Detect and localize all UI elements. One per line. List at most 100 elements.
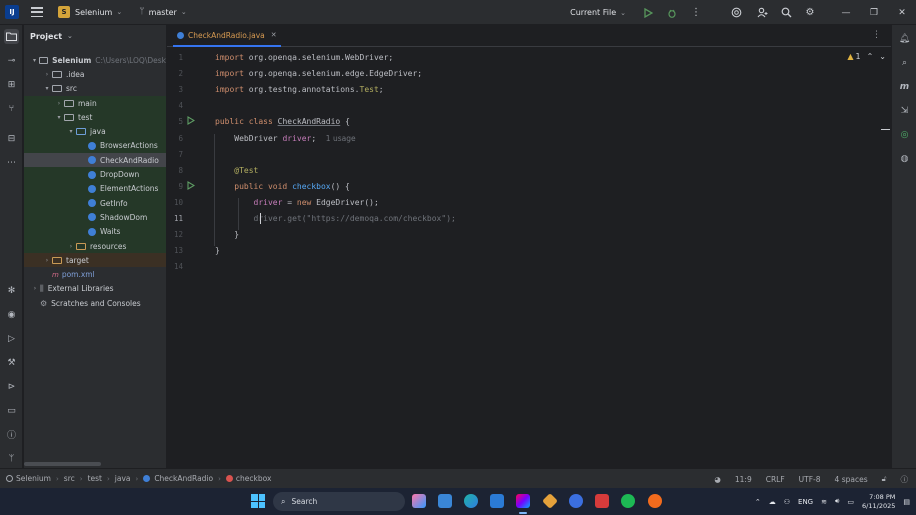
zoom-app-icon[interactable]	[569, 494, 583, 508]
tree-item-resources[interactable]: › resources	[24, 238, 166, 254]
network-icon[interactable]: ⚇	[784, 498, 790, 506]
battery-icon[interactable]: ▭	[847, 498, 854, 506]
plugins-tool-icon[interactable]: ⊞	[4, 77, 19, 92]
search-icon[interactable]	[774, 0, 798, 25]
chevron-down-icon[interactable]: ▾	[42, 85, 52, 92]
anydesk-app-icon[interactable]	[595, 494, 609, 508]
tree-item-dropdown[interactable]: DropDown	[24, 167, 166, 182]
git-icon[interactable]: ᛘ	[4, 451, 19, 466]
chevron-down-icon[interactable]: ⌄	[879, 52, 886, 61]
tree-item-waits[interactable]: Waits	[24, 224, 166, 239]
chevron-right-icon[interactable]: ›	[42, 257, 52, 264]
chevron-right-icon[interactable]: ›	[30, 285, 40, 292]
run-tool-icon[interactable]: ▷	[4, 331, 19, 346]
problems-icon[interactable]: ⓘ	[4, 427, 19, 442]
run-configuration-selector[interactable]: Current File ⌄	[570, 8, 626, 17]
tree-item-browseractions[interactable]: BrowserActions	[24, 138, 166, 154]
more-tools-icon[interactable]: ⋯	[4, 155, 19, 170]
tree-item-selenium[interactable]: ▾ Selenium C:\Users\LOQ\Desk	[24, 53, 166, 67]
tree-item-shadowdom[interactable]: ShadowDom	[24, 210, 166, 225]
branch-selector[interactable]: ᛘ master ⌄	[139, 7, 187, 17]
postman-app-icon[interactable]	[648, 494, 662, 508]
maven-icon[interactable]: m	[897, 79, 912, 94]
ai-chat-icon[interactable]: ◍	[897, 151, 912, 166]
endpoints-icon[interactable]: ⇲	[897, 103, 912, 118]
spotify-app-icon[interactable]	[621, 494, 635, 508]
vscode-icon[interactable]	[490, 494, 504, 508]
breadcrumb-item[interactable]: Selenium	[6, 474, 51, 483]
keyboard-language[interactable]: ENG	[798, 498, 813, 506]
add-user-icon[interactable]	[750, 0, 774, 25]
tree-item-src[interactable]: ▾ src	[24, 82, 166, 96]
breadcrumb-item[interactable]: src	[64, 474, 75, 483]
chevron-down-icon[interactable]: ▾	[54, 114, 64, 121]
power-save-icon[interactable]: ◕	[714, 475, 721, 484]
run-gutter-icon[interactable]	[187, 180, 196, 192]
cursor-position[interactable]: 11:9	[735, 475, 752, 484]
tree-item-java[interactable]: ▾ java	[24, 124, 166, 139]
windows-start-icon[interactable]	[251, 494, 265, 508]
tree-item-external-libraries[interactable]: › ⫼ External Libraries	[24, 282, 166, 296]
chevron-right-icon[interactable]: ›	[42, 71, 52, 78]
close-window-icon[interactable]: ✕	[888, 0, 916, 25]
chevron-right-icon[interactable]: ›	[54, 100, 64, 107]
tree-item-getinfo[interactable]: GetInfo	[24, 195, 166, 211]
run-gutter-icon[interactable]	[187, 116, 196, 127]
services-icon[interactable]: ◉	[4, 307, 19, 322]
git-app-icon[interactable]	[542, 493, 558, 509]
main-menu-icon[interactable]	[31, 7, 43, 17]
intellij-taskbar-icon[interactable]	[516, 494, 530, 508]
debug-icon[interactable]	[660, 0, 684, 25]
chevron-right-icon[interactable]: ›	[66, 243, 76, 250]
more-actions-icon[interactable]: ⋮	[684, 0, 708, 25]
indent-setting[interactable]: 4 spaces	[835, 475, 868, 484]
ai-assistant-icon[interactable]	[722, 0, 750, 25]
tree-item-scratches-and-consoles[interactable]: ⚙ Scratches and Consoles	[24, 296, 166, 310]
pull-requests-icon[interactable]: ⑂	[4, 101, 19, 116]
services-play-icon[interactable]: ⊳	[4, 379, 19, 394]
tree-item-target[interactable]: › target	[24, 253, 166, 268]
run-icon[interactable]	[636, 0, 660, 25]
inspection-widget[interactable]: ▲ 1 ⌃ ⌄	[847, 52, 886, 61]
line-separator[interactable]: CRLF	[766, 475, 785, 484]
chevron-down-icon[interactable]: ▾	[30, 57, 39, 64]
tree-item-elementactions[interactable]: ElementActions	[24, 181, 166, 196]
terminal-icon[interactable]: ▭	[4, 403, 19, 418]
help-icon[interactable]: ⓘ	[901, 474, 909, 485]
edge-browser-icon[interactable]	[464, 494, 478, 508]
tree-item-checkandradio[interactable]: CheckAndRadio	[24, 153, 166, 168]
tree-item-pom-xml[interactable]: m pom.xml	[24, 267, 166, 281]
settings-gear-icon[interactable]: ⚙	[798, 0, 822, 25]
project-selector[interactable]: S Selenium ⌄	[53, 3, 127, 21]
breadcrumb-item[interactable]: checkbox	[225, 474, 271, 483]
system-clock[interactable]: 7:08 PM 6/11/2025	[862, 493, 895, 511]
breadcrumb-item[interactable]: test	[88, 474, 102, 483]
build-hammer-icon[interactable]: ⚒	[4, 355, 19, 370]
copilot-app-icon[interactable]	[412, 494, 426, 508]
wifi-icon[interactable]: ≋	[821, 498, 827, 506]
tab-options-icon[interactable]: ⋮	[872, 30, 881, 40]
editor-tab-checkandradio[interactable]: CheckAndRadio.java ✕	[173, 25, 281, 47]
tree-item-main[interactable]: › main	[24, 95, 166, 111]
project-panel-header[interactable]: Project ⌄	[24, 25, 166, 47]
desktop-app-icon[interactable]	[438, 494, 452, 508]
copilot-icon[interactable]: ◎	[897, 127, 912, 142]
onedrive-cloud-icon[interactable]: ☁	[769, 498, 776, 506]
commit-tool-icon[interactable]: ⊸	[4, 53, 19, 68]
database-icon[interactable]: ⌕	[897, 55, 912, 70]
taskbar-search[interactable]: ⌕ Search	[273, 492, 405, 511]
notification-icon[interactable]: ▤	[903, 498, 910, 506]
restore-window-icon[interactable]: ❐	[860, 0, 888, 25]
file-encoding[interactable]: UTF-8	[799, 475, 821, 484]
tree-item-test[interactable]: ▾ test	[24, 110, 166, 125]
notifications-bell-icon[interactable]: 🔔︎	[897, 31, 912, 46]
tree-item-idea[interactable]: › .idea	[24, 67, 166, 81]
volume-icon[interactable]: 🔊︎	[835, 497, 839, 506]
project-panel-scrollbar[interactable]	[24, 462, 101, 466]
tray-overflow-icon[interactable]: ⌃	[755, 498, 761, 506]
chevron-up-icon[interactable]: ⌃	[867, 52, 874, 61]
breadcrumb-item[interactable]: CheckAndRadio	[143, 474, 213, 483]
chevron-down-icon[interactable]: ▾	[66, 128, 76, 135]
project-tool-folder-icon[interactable]	[4, 29, 19, 44]
close-tab-icon[interactable]: ✕	[271, 31, 277, 39]
